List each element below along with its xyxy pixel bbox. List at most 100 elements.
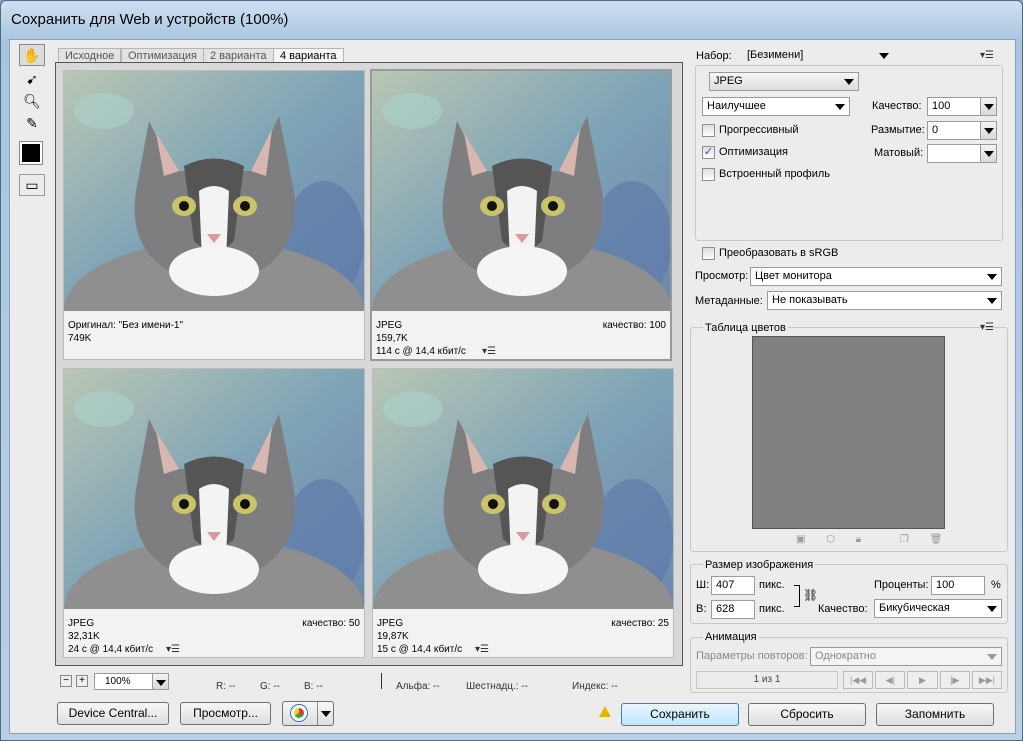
window-title: Сохранить для Web и устройств (100%) — [11, 11, 289, 28]
preview-cell-jpeg-25[interactable]: JPEG качество: 25 19,87K 15 с @ 14,4 кби… — [372, 368, 674, 658]
progressive-checkbox[interactable] — [702, 124, 715, 137]
reset-button[interactable]: Сбросить — [748, 703, 866, 726]
format-select[interactable]: JPEG — [709, 72, 859, 91]
height-label: В: — [696, 603, 707, 615]
image-size-title: Размер изображения — [703, 559, 816, 571]
preview-cell-jpeg-50[interactable]: JPEG качество: 50 32,31K 24 с @ 14,4 кби… — [63, 368, 365, 658]
zoom-tool-icon[interactable]: 🔍︎ — [19, 90, 45, 112]
loop-select[interactable]: Однократно — [810, 647, 1002, 666]
convert-srgb-checkbox[interactable] — [702, 247, 715, 260]
eyedropper-color-swatch[interactable] — [19, 141, 43, 165]
resample-select[interactable]: Бикубическая — [874, 599, 1002, 618]
warning-icon — [599, 706, 611, 717]
constrain-bracket — [794, 585, 800, 607]
first-frame-icon[interactable]: |◀◀ — [843, 671, 874, 689]
cell-menu-icon[interactable]: ▾☰ — [482, 346, 496, 357]
lock-color-icon[interactable]: 🔒︎ — [856, 534, 861, 545]
settings-menu-icon[interactable]: ▾☰ — [980, 50, 994, 61]
optimized-label: Оптимизация — [719, 146, 788, 158]
cat-image — [64, 71, 364, 311]
preview-select[interactable]: Цвет монитора — [750, 267, 1002, 286]
preview-area: Оригинал: "Без имени-1" 749K JPEG качест… — [55, 62, 683, 666]
zoom-out-button[interactable]: − — [60, 675, 72, 687]
preset-label: Набор: — [696, 50, 732, 62]
cell-menu-icon[interactable]: ▾☰ — [475, 644, 489, 655]
width-value: 407 — [716, 579, 735, 591]
tab-optimized[interactable]: Оптимизация — [121, 48, 204, 63]
readout-alpha: Альфа: -- — [396, 681, 440, 692]
resample-label: Качество: — [818, 603, 868, 615]
cell-menu-icon[interactable]: ▾☰ — [166, 644, 180, 655]
percent-value: 100 — [936, 579, 955, 591]
chevron-down-icon — [835, 104, 845, 110]
format-value: JPEG — [714, 75, 743, 87]
web-shift-icon[interactable]: ⬡ — [826, 534, 835, 545]
preview-button[interactable]: Просмотр... — [180, 702, 271, 725]
prev-frame-icon[interactable]: ◀| — [875, 671, 906, 689]
blur-input[interactable]: 0 — [927, 121, 997, 140]
play-icon[interactable]: ▶ — [907, 671, 938, 689]
cell-quality: качество: 100 — [602, 320, 666, 331]
color-table-menu-icon[interactable]: ▾☰ — [980, 322, 994, 333]
slice-select-tool-icon[interactable]: ➹ — [19, 68, 45, 90]
tab-4-up[interactable]: 4 варианта — [273, 48, 344, 63]
height-unit: пикс. — [759, 603, 785, 615]
chain-link-icon[interactable]: ⛓ — [803, 588, 818, 602]
title-bar[interactable]: Сохранить для Web и устройств (100%) — [1, 1, 1023, 39]
zoom-in-button[interactable]: + — [76, 675, 88, 687]
optimized-checkbox[interactable]: ✓ — [702, 146, 715, 159]
save-button[interactable]: Сохранить — [621, 703, 739, 726]
loop-label: Параметры повторов: — [696, 650, 808, 662]
device-central-button[interactable]: Device Central... — [57, 702, 169, 725]
readout-r: R: -- — [216, 681, 236, 692]
quality-preset-select[interactable]: Наилучшее — [702, 97, 850, 116]
frame-text: 1 из 1 — [753, 674, 781, 685]
chevron-down-icon — [987, 654, 997, 660]
percent-input[interactable]: 100 — [931, 576, 985, 595]
preview-cell-jpeg-100[interactable]: JPEG качество: 100 159,7K 114 с @ 14,4 к… — [370, 69, 672, 361]
quality-label: Качество: — [872, 100, 922, 112]
percent-label: Проценты: — [874, 579, 929, 591]
frame-counter: 1 из 1 — [696, 671, 838, 689]
readout-b: B: -- — [304, 681, 323, 692]
cell-info-line3: 114 с @ 14,4 кбит/с — [376, 346, 466, 357]
matte-label: Матовый: — [874, 147, 924, 159]
browser-select-button[interactable] — [282, 701, 334, 726]
color-table-swatches[interactable] — [752, 336, 945, 529]
eyedropper-tool-icon[interactable]: ✎ — [19, 112, 45, 134]
last-frame-icon[interactable]: ▶▶| — [971, 671, 1003, 689]
cat-image — [64, 369, 364, 609]
quality-input[interactable]: 100 — [927, 97, 997, 116]
blur-value: 0 — [932, 124, 939, 136]
tab-2-up[interactable]: 2 варианта — [203, 48, 274, 63]
dialog-window: Сохранить для Web и устройств (100%) ✋ ➹… — [0, 0, 1023, 741]
blur-label: Размытие: — [871, 124, 925, 136]
remember-button[interactable]: Запомнить — [876, 703, 994, 726]
quality-value: 100 — [932, 100, 951, 112]
embed-profile-checkbox[interactable] — [702, 168, 715, 181]
cell-info-line1: Оригинал: "Без имени-1" — [68, 320, 184, 331]
progressive-label: Прогрессивный — [719, 124, 799, 136]
matte-select[interactable] — [927, 144, 997, 163]
color-table-title: Таблица цветов — [703, 322, 788, 334]
hand-tool-icon[interactable]: ✋ — [19, 44, 45, 66]
zoom-select[interactable]: 100% — [94, 673, 169, 690]
chevron-down-icon — [844, 79, 854, 85]
metadata-select[interactable]: Не показывать — [767, 291, 1002, 310]
new-color-icon[interactable]: ❐ — [900, 534, 909, 545]
width-input[interactable]: 407 — [711, 576, 755, 595]
map-color-icon[interactable]: ▣ — [796, 534, 805, 545]
chevron-down-icon — [980, 122, 996, 139]
preview-cell-original[interactable]: Оригинал: "Без имени-1" 749K — [63, 70, 365, 360]
height-input[interactable]: 628 — [711, 600, 755, 619]
toggle-slices-icon[interactable]: ▭ — [19, 174, 45, 196]
next-frame-icon[interactable]: |▶ — [939, 671, 970, 689]
height-value: 628 — [716, 603, 735, 615]
percent-sign: % — [991, 579, 1001, 591]
delete-color-icon[interactable]: 🗑︎ — [930, 534, 943, 545]
cell-info-line1: JPEG — [377, 618, 404, 629]
preset-select[interactable]: [Безимени] — [743, 47, 893, 66]
readout-index: Индекс: -- — [572, 681, 618, 692]
chevron-down-icon — [987, 274, 997, 280]
tab-original[interactable]: Исходное — [58, 48, 122, 63]
